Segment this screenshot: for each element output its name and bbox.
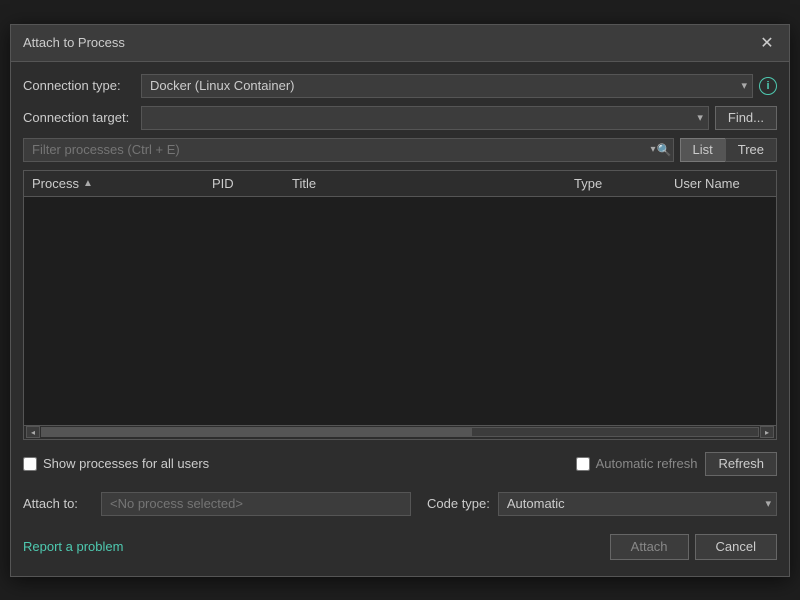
show-all-users-checkbox[interactable] [23, 457, 37, 471]
sort-arrow-icon: ▲ [83, 178, 93, 189]
auto-refresh-label[interactable]: Automatic refresh [576, 456, 698, 471]
action-buttons: Attach Cancel [610, 534, 777, 560]
filter-input[interactable] [23, 138, 674, 162]
scroll-thumb [42, 428, 472, 436]
bottom-row: Show processes for all users Automatic r… [23, 448, 777, 480]
dialog-title: Attach to Process [23, 35, 125, 50]
col-title-label: Title [292, 176, 316, 191]
connection-target-label: Connection target: [23, 110, 133, 125]
dialog-body: Connection type: Docker (Linux Container… [11, 62, 789, 576]
show-all-users-label[interactable]: Show processes for all users [23, 456, 209, 471]
attach-to-input[interactable] [101, 492, 411, 516]
code-type-select[interactable]: Automatic Managed (.NET) Native Script [498, 492, 777, 516]
col-header-title[interactable]: Title [284, 174, 566, 193]
connection-target-select-wrapper [141, 106, 709, 130]
connection-type-label: Connection type: [23, 78, 133, 93]
scroll-left-arrow[interactable]: ◂ [26, 426, 40, 438]
code-type-select-wrapper: Automatic Managed (.NET) Native Script [498, 492, 777, 516]
connection-target-row: Connection target: Find... [23, 106, 777, 130]
horizontal-scrollbar[interactable]: ◂ ▸ [24, 425, 776, 439]
cancel-button[interactable]: Cancel [695, 534, 777, 560]
refresh-button[interactable]: Refresh [705, 452, 777, 476]
col-type-label: Type [574, 176, 602, 191]
search-icon: 🔍 [657, 143, 672, 157]
scroll-track[interactable] [41, 427, 759, 437]
col-username-label: User Name [674, 176, 740, 191]
action-row: Report a problem Attach Cancel [23, 528, 777, 564]
connection-type-select[interactable]: Docker (Linux Container) Default SSH [141, 74, 753, 98]
attach-to-label: Attach to: [23, 496, 93, 511]
search-dropdown-arrow-icon[interactable]: ▾ [650, 144, 655, 155]
col-header-process[interactable]: Process ▲ [24, 174, 204, 193]
col-process-label: Process [32, 176, 79, 191]
report-problem-link[interactable]: Report a problem [23, 539, 123, 554]
table-header: Process ▲ PID Title Type User Name [24, 171, 776, 197]
auto-refresh-text: Automatic refresh [596, 456, 698, 471]
show-all-users-text: Show processes for all users [43, 456, 209, 471]
scroll-right-arrow[interactable]: ▸ [760, 426, 774, 438]
process-table: Process ▲ PID Title Type User Name [23, 170, 777, 440]
col-header-username[interactable]: User Name [666, 174, 776, 193]
attach-row: Attach to: Code type: Automatic Managed … [23, 488, 777, 520]
connection-type-row: Connection type: Docker (Linux Container… [23, 74, 777, 98]
auto-refresh-section: Automatic refresh Refresh [576, 452, 777, 476]
attach-to-process-dialog: Attach to Process ✕ Connection type: Doc… [10, 24, 790, 577]
auto-refresh-checkbox[interactable] [576, 457, 590, 471]
col-header-type[interactable]: Type [566, 174, 666, 193]
connection-type-select-wrapper: Docker (Linux Container) Default SSH [141, 74, 753, 98]
tree-view-button[interactable]: Tree [725, 138, 777, 162]
col-pid-label: PID [212, 176, 234, 191]
close-button[interactable]: ✕ [757, 33, 777, 53]
code-type-label: Code type: [427, 496, 490, 511]
list-view-button[interactable]: List [680, 138, 725, 162]
connection-target-container: Find... [141, 106, 777, 130]
filter-input-wrapper: ▾ 🔍 [23, 138, 674, 162]
table-body [24, 197, 776, 425]
info-icon[interactable]: i [759, 77, 777, 95]
find-button[interactable]: Find... [715, 106, 777, 130]
col-header-pid[interactable]: PID [204, 174, 284, 193]
connection-type-container: Docker (Linux Container) Default SSH i [141, 74, 777, 98]
filter-row: ▾ 🔍 List Tree [23, 138, 777, 162]
view-buttons: List Tree [680, 138, 777, 162]
attach-button[interactable]: Attach [610, 534, 689, 560]
connection-target-select[interactable] [141, 106, 709, 130]
title-bar: Attach to Process ✕ [11, 25, 789, 62]
